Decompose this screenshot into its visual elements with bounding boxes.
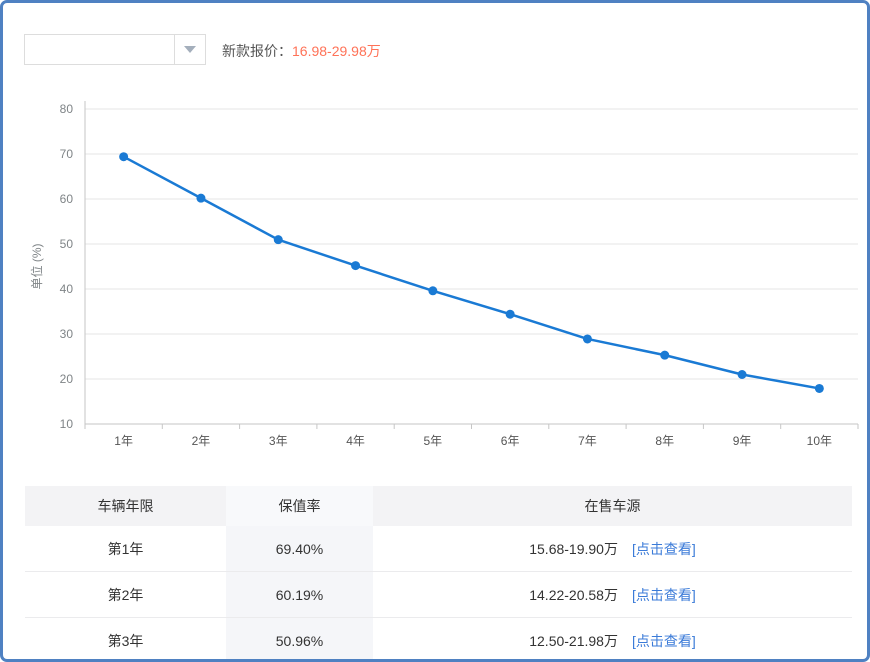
- data-point: [738, 370, 747, 379]
- x-tick-label: 10年: [807, 434, 832, 448]
- data-point: [351, 261, 360, 270]
- cell-listings: 14.22-20.58万 [点击查看]: [373, 572, 852, 617]
- new-model-price-label: 新款报价：: [222, 43, 292, 59]
- table-header-age: 车辆年限: [25, 486, 226, 526]
- cell-listings: 15.68-19.90万 [点击查看]: [373, 526, 852, 571]
- y-tick-label: 10: [60, 417, 74, 431]
- data-point: [428, 286, 437, 295]
- view-listings-link[interactable]: [点击查看]: [632, 539, 696, 559]
- y-tick-label: 30: [60, 327, 74, 341]
- resale-value-panel: 新款报价：16.98-29.98万 10 20 30 40 50 60 70 80 1年 2年 3年…: [0, 0, 870, 662]
- table-header-rate: 保值率: [226, 486, 373, 526]
- table-row: 第3年50.96% 12.50-21.98万 [点击查看]: [25, 618, 852, 662]
- price-range: 14.22-20.58万: [529, 585, 618, 605]
- x-tick-label: 8年: [655, 434, 674, 448]
- resale-table: 车辆年限 保值率 在售车源 第1年69.40% 15.68-19.90万 [点击查看…: [25, 486, 852, 662]
- cell-age: 第3年: [25, 618, 226, 662]
- model-select[interactable]: [24, 34, 206, 65]
- cell-rate: 60.19%: [226, 572, 373, 617]
- data-point: [660, 351, 669, 360]
- x-tick-label: 1年: [114, 434, 133, 448]
- x-tick-label: 5年: [424, 434, 443, 448]
- y-tick-label: 50: [60, 237, 74, 251]
- cell-rate: 50.96%: [226, 618, 373, 662]
- y-axis-title: 单位 (%): [29, 243, 44, 289]
- x-tick-label: 6年: [501, 434, 520, 448]
- y-tick-label: 80: [60, 102, 74, 116]
- chevron-down-icon: [174, 35, 205, 64]
- y-tick-label: 20: [60, 372, 74, 386]
- view-listings-link[interactable]: [点击查看]: [632, 585, 696, 605]
- series-line: [124, 157, 820, 389]
- cell-age: 第1年: [25, 526, 226, 571]
- y-tick-label: 70: [60, 147, 74, 161]
- price-range: 12.50-21.98万: [529, 631, 618, 651]
- data-point: [274, 235, 283, 244]
- table-row: 第1年69.40% 15.68-19.90万 [点击查看]: [25, 526, 852, 572]
- y-tick-label: 60: [60, 192, 74, 206]
- data-point: [119, 152, 128, 161]
- table-header-listings: 在售车源: [373, 486, 852, 526]
- cell-rate: 69.40%: [226, 526, 373, 571]
- x-tick-label: 9年: [733, 434, 752, 448]
- new-model-price-value: 16.98-29.98万: [292, 43, 381, 59]
- table-header-row: 车辆年限 保值率 在售车源: [25, 486, 852, 526]
- price-range: 15.68-19.90万: [529, 539, 618, 559]
- x-tick-label: 4年: [346, 434, 365, 448]
- x-tick-label: 3年: [269, 434, 288, 448]
- y-tick-label: 40: [60, 282, 74, 296]
- data-point: [583, 334, 592, 343]
- data-point: [815, 384, 824, 393]
- x-tick-label: 2年: [192, 434, 211, 448]
- x-tick-label: 7年: [578, 434, 597, 448]
- view-listings-link[interactable]: [点击查看]: [632, 631, 696, 651]
- resale-rate-line-chart: 10 20 30 40 50 60 70 80 1年 2年 3年 4年 5年 6年 7年 8年 9年 10年 单位 …: [3, 88, 870, 458]
- cell-age: 第2年: [25, 572, 226, 617]
- cell-listings: 12.50-21.98万 [点击查看]: [373, 618, 852, 662]
- data-point: [506, 310, 515, 319]
- table-body: 第1年69.40%15.68-19.90万[点击查看]第2年60.19%14.2…: [25, 526, 852, 662]
- table-row: 第2年60.19% 14.22-20.58万 [点击查看]: [25, 572, 852, 618]
- data-point: [196, 194, 205, 203]
- new-model-price: 新款报价：16.98-29.98万: [222, 41, 381, 61]
